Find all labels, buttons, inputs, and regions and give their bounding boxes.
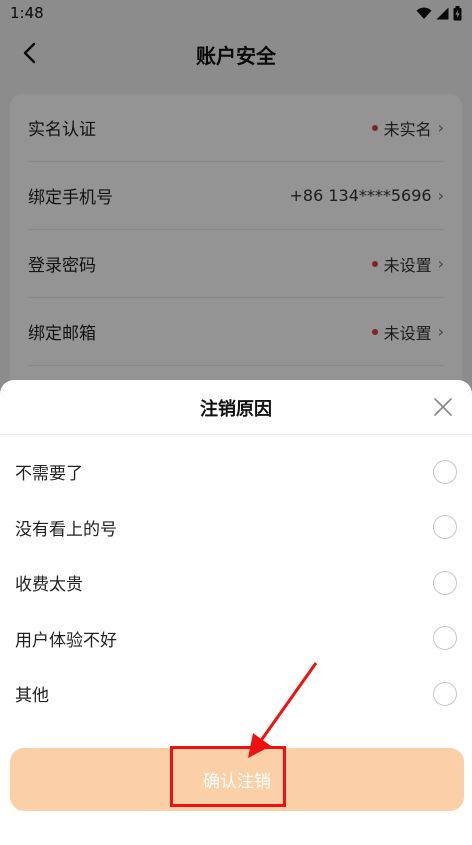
reason-label: 没有看上的号 <box>15 519 117 540</box>
annotation-highlight-box <box>170 746 286 807</box>
radio-button[interactable] <box>433 515 457 540</box>
sheet-header: 注销原因 <box>0 380 472 435</box>
sheet-title: 注销原因 <box>200 399 272 420</box>
reason-label: 其他 <box>15 686 49 707</box>
reason-option[interactable]: 其他 <box>0 666 472 722</box>
radio-button[interactable] <box>433 681 457 706</box>
radio-button[interactable] <box>433 570 457 595</box>
close-button[interactable] <box>430 394 456 420</box>
reason-option[interactable]: 没有看上的号 <box>0 500 472 556</box>
close-icon <box>434 398 452 416</box>
reason-label: 用户体验不好 <box>15 630 117 651</box>
reason-label: 收费太贵 <box>15 575 83 596</box>
reason-list: 不需要了 没有看上的号 收费太贵 用户体验不好 其他 <box>0 444 472 722</box>
reason-label: 不需要了 <box>15 464 83 485</box>
reason-option[interactable]: 用户体验不好 <box>0 611 472 667</box>
radio-button[interactable] <box>433 626 457 651</box>
reason-option[interactable]: 不需要了 <box>0 444 472 500</box>
reason-option[interactable]: 收费太贵 <box>0 555 472 611</box>
radio-button[interactable] <box>433 459 457 484</box>
